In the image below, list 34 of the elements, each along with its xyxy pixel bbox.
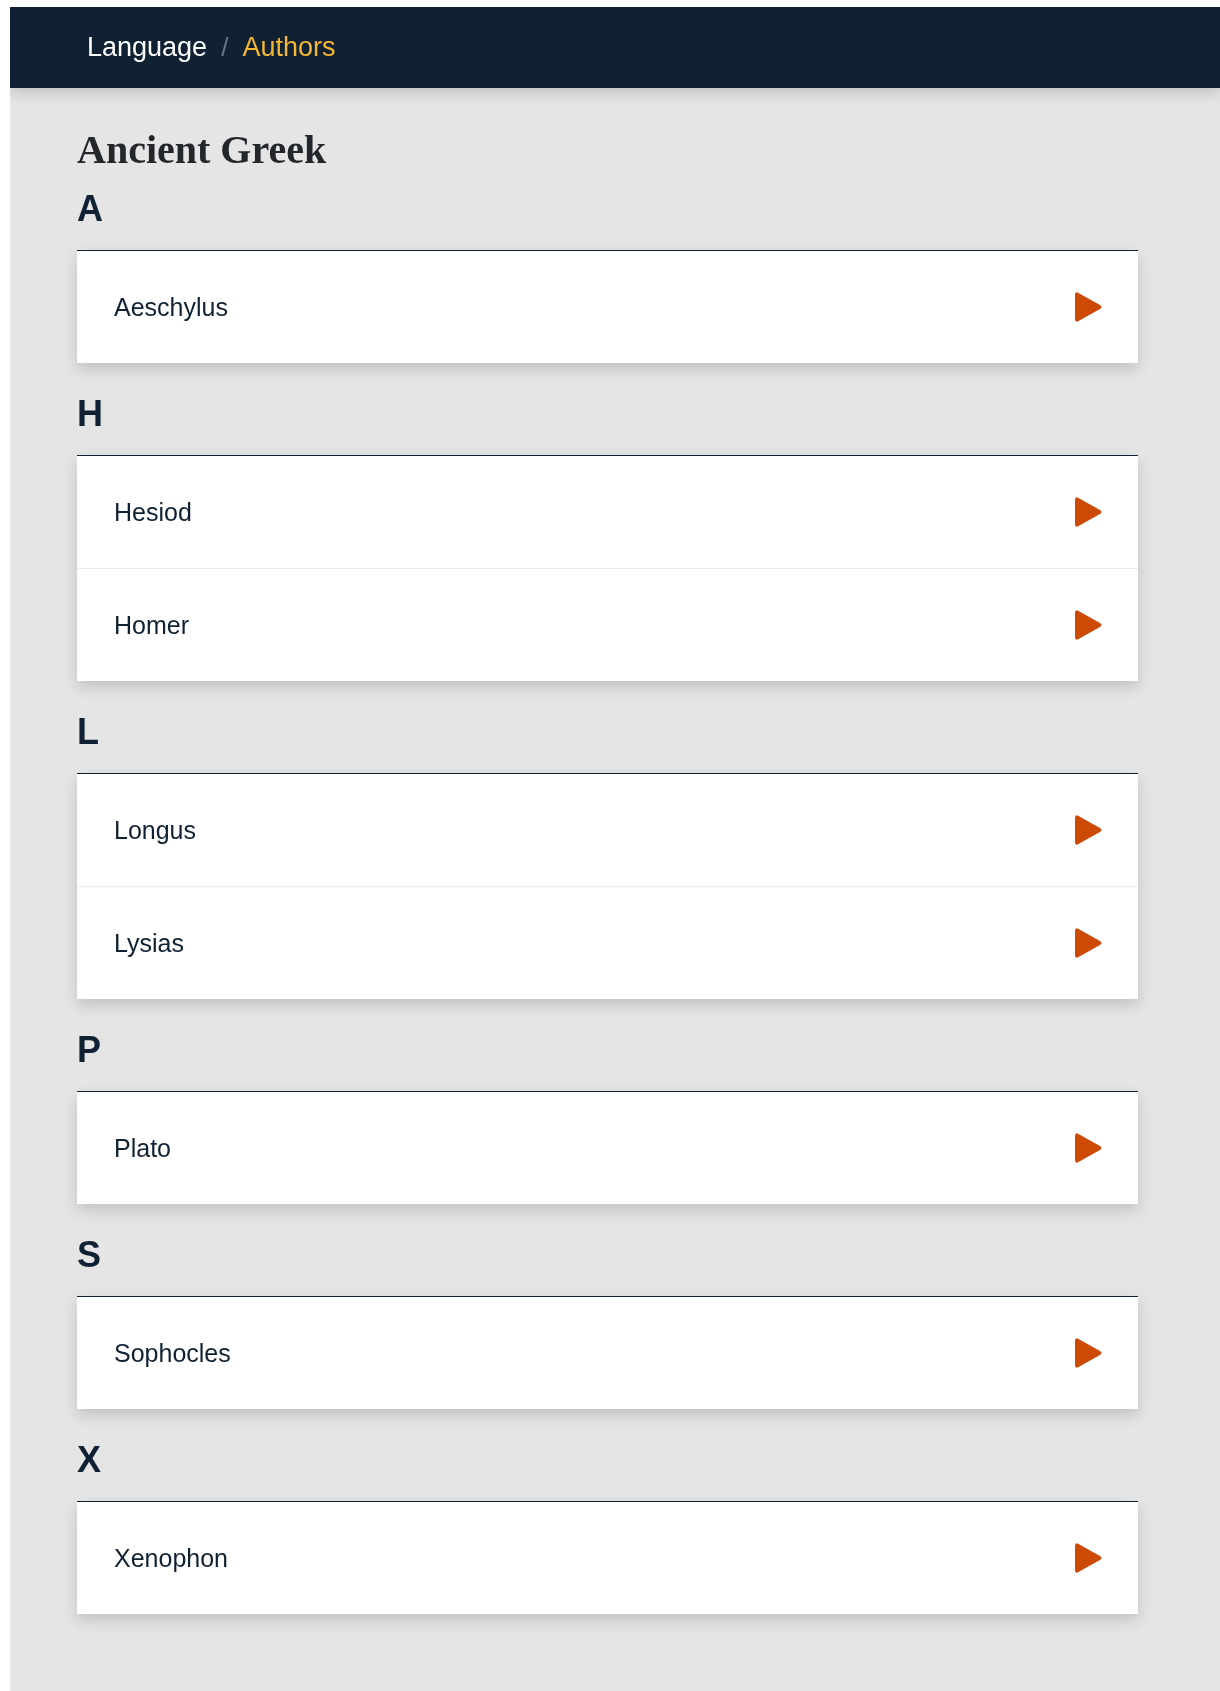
author-row[interactable]: Lysias: [77, 886, 1138, 999]
letter-heading: H: [77, 392, 104, 436]
play-arrow-icon: [1073, 1542, 1103, 1574]
author-name: Hesiod: [114, 497, 192, 527]
author-row[interactable]: Plato: [77, 1092, 1138, 1204]
play-arrow-icon: [1073, 1337, 1103, 1369]
author-name: Sophocles: [114, 1338, 231, 1368]
author-name: Xenophon: [114, 1543, 228, 1573]
breadcrumb-link[interactable]: Language: [87, 32, 208, 63]
letter-heading: L: [77, 710, 100, 754]
letter-heading: X: [77, 1438, 102, 1482]
play-arrow-icon: [1073, 291, 1103, 323]
author-row[interactable]: Xenophon: [77, 1502, 1138, 1614]
letter-heading: P: [77, 1028, 102, 1072]
author-name: Aeschylus: [114, 292, 228, 322]
letter-heading: A: [77, 187, 104, 231]
play-arrow-icon: [1073, 609, 1103, 641]
letter-heading: S: [77, 1233, 102, 1277]
author-row[interactable]: Longus: [77, 774, 1138, 886]
page-title: Ancient Greek: [77, 128, 328, 172]
breadcrumb-link[interactable]: Authors: [242, 32, 336, 63]
author-row[interactable]: Aeschylus: [77, 251, 1138, 363]
author-name: Homer: [114, 610, 189, 640]
play-arrow-icon: [1073, 814, 1103, 846]
author-name: Plato: [114, 1133, 171, 1163]
author-row[interactable]: Hesiod: [77, 456, 1138, 568]
author-row[interactable]: Homer: [77, 568, 1138, 681]
author-name: Lysias: [114, 928, 184, 958]
play-arrow-icon: [1073, 1132, 1103, 1164]
author-name: Longus: [114, 815, 197, 845]
breadcrumb-separator: /: [221, 32, 229, 63]
play-arrow-icon: [1073, 496, 1103, 528]
author-row[interactable]: Sophocles: [77, 1297, 1138, 1409]
play-arrow-icon: [1073, 927, 1103, 959]
